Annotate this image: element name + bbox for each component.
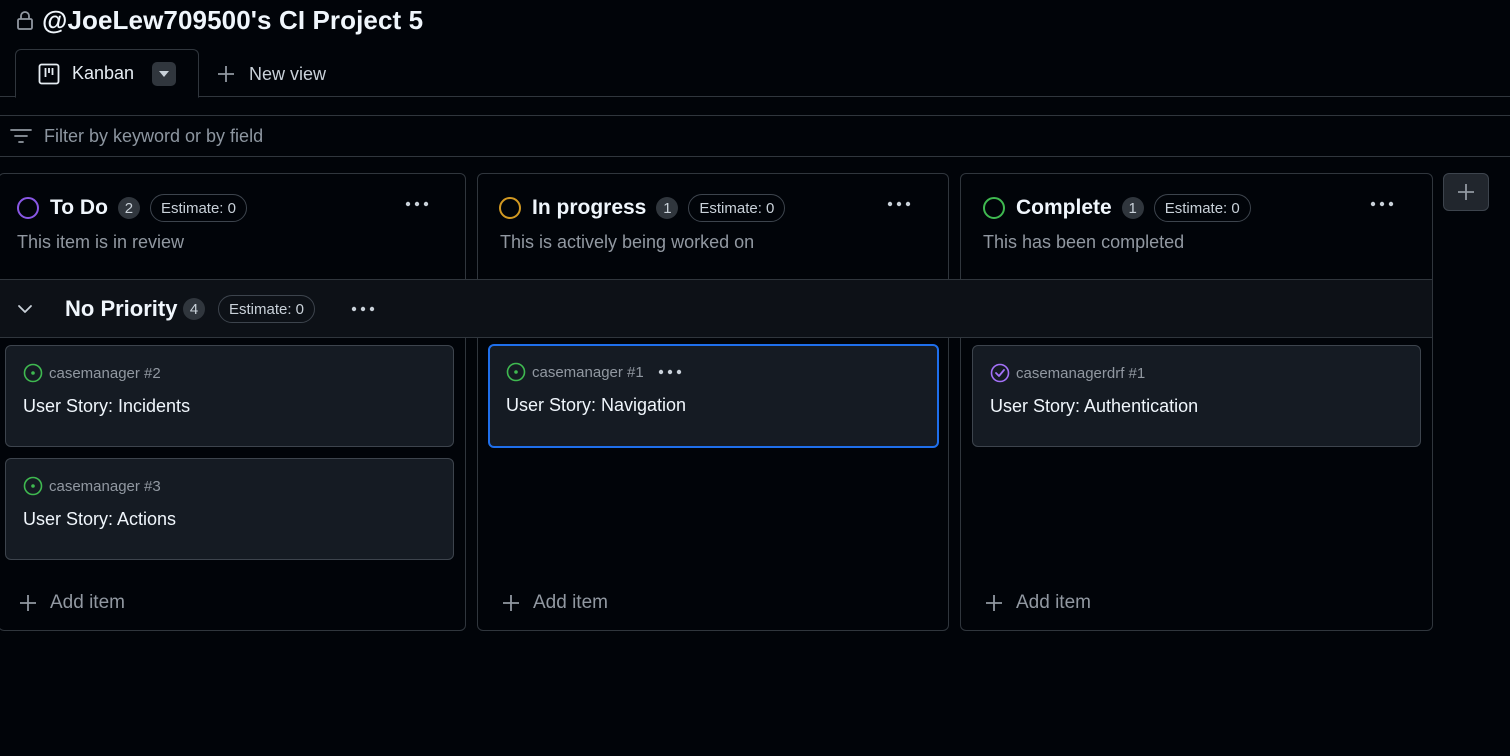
column-name: In progress <box>532 196 647 219</box>
group-name: No Priority <box>65 296 178 321</box>
caret-down-icon <box>159 71 169 77</box>
new-view-button[interactable]: New view <box>217 62 326 86</box>
view-tabbar: Kanban New view <box>0 48 1510 98</box>
column-description: This item is in review <box>17 232 185 252</box>
add-item-button[interactable]: Add item <box>19 592 125 614</box>
issue-closed-icon <box>990 363 1010 383</box>
card-repo: casemanager #2 <box>49 364 161 382</box>
lock-icon <box>17 11 33 30</box>
group-no-priority: No Priority 4 Estimate: 0 <box>0 279 1432 338</box>
new-view-label: New view <box>249 63 327 84</box>
add-item-label: Add item <box>533 592 608 613</box>
plus-icon <box>1458 184 1474 200</box>
plus-icon <box>986 595 1002 611</box>
plus-icon <box>503 595 519 611</box>
card-title[interactable]: User Story: Actions <box>23 509 176 530</box>
project-title-row: @JoeLew709500's CI Project 5 <box>16 4 423 36</box>
add-item-button[interactable]: Add item <box>985 592 1091 614</box>
issue-card[interactable]: casemanager #3 User Story: Actions <box>5 458 454 560</box>
tab-kanban-label: Kanban <box>72 63 135 83</box>
card-repo: casemanagerdrf #1 <box>1016 364 1146 382</box>
issue-open-icon <box>506 362 526 382</box>
issue-card-selected[interactable]: casemanager #1 User Story: Navigation <box>488 344 939 448</box>
column-count: 1 <box>1121 197 1144 219</box>
issue-open-icon <box>23 476 43 496</box>
column-menu-button[interactable] <box>402 192 432 216</box>
column-estimate: Estimate: 0 <box>1153 194 1251 222</box>
project-title: @JoeLew709500's CI Project 5 <box>42 4 424 35</box>
more-horizontal-icon <box>405 201 429 207</box>
filter-icon <box>10 129 32 143</box>
view-options-dropdown[interactable] <box>152 62 176 86</box>
card-title[interactable]: User Story: Authentication <box>990 396 1198 417</box>
status-circle-icon <box>17 197 39 219</box>
chevron-down-icon[interactable] <box>15 299 35 319</box>
column-header: To Do 2 Estimate: 0 This item is in revi… <box>0 174 465 280</box>
column-menu-button[interactable] <box>884 192 914 216</box>
status-circle-icon <box>499 197 521 219</box>
column-name: To Do <box>50 196 108 219</box>
column-header: In progress 1 Estimate: 0 This is active… <box>478 174 948 280</box>
issue-open-icon <box>23 363 43 383</box>
column-header: Complete 1 Estimate: 0 This has been com… <box>961 174 1432 280</box>
tab-kanban[interactable]: Kanban <box>15 49 199 98</box>
plus-icon <box>20 595 36 611</box>
filter-input[interactable] <box>44 125 644 147</box>
add-item-label: Add item <box>50 592 125 613</box>
column-estimate: Estimate: 0 <box>688 194 786 222</box>
plus-icon <box>218 66 234 82</box>
card-repo: casemanager #1 <box>532 363 644 381</box>
card-repo: casemanager #3 <box>49 477 161 495</box>
group-count: 4 <box>183 298 205 320</box>
status-circle-icon <box>983 197 1005 219</box>
column-count: 1 <box>656 197 679 219</box>
more-horizontal-icon <box>1370 201 1394 207</box>
issue-card[interactable]: casemanagerdrf #1 User Story: Authentica… <box>972 345 1421 447</box>
more-horizontal-icon <box>887 201 911 207</box>
more-horizontal-icon <box>351 306 375 312</box>
column-description: This has been completed <box>983 232 1185 252</box>
board-icon <box>38 63 60 84</box>
filter-bar <box>0 115 1510 157</box>
column-estimate: Estimate: 0 <box>149 194 247 222</box>
column-count: 2 <box>117 197 140 219</box>
add-item-button[interactable]: Add item <box>502 592 608 614</box>
more-horizontal-icon <box>658 369 681 375</box>
issue-card[interactable]: casemanager #2 User Story: Incidents <box>5 345 454 447</box>
card-title[interactable]: User Story: Incidents <box>23 396 190 417</box>
add-item-label: Add item <box>1016 592 1091 613</box>
card-title[interactable]: User Story: Navigation <box>506 395 686 416</box>
column-menu-button[interactable] <box>1367 192 1397 216</box>
column-name: Complete <box>1016 196 1112 219</box>
add-column-button[interactable] <box>1443 173 1489 211</box>
card-menu-button[interactable] <box>658 365 686 379</box>
group-menu-button[interactable] <box>348 297 378 321</box>
column-description: This is actively being worked on <box>500 232 755 252</box>
group-estimate: Estimate: 0 <box>218 295 316 323</box>
